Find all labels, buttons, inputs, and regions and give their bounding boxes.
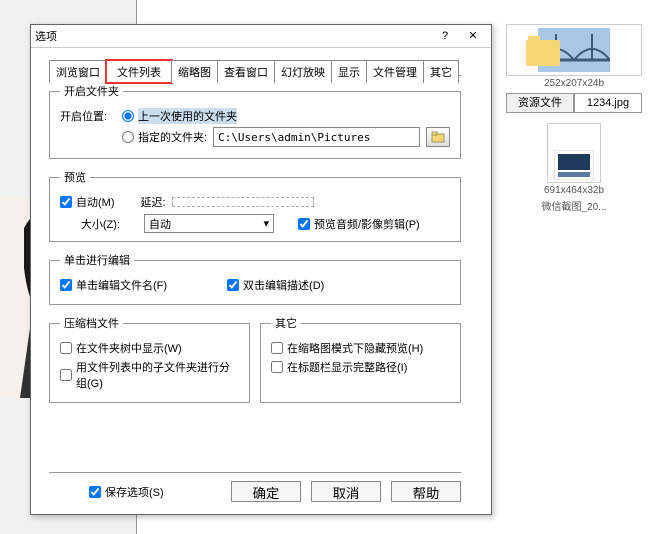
legend-other: 其它: [271, 315, 301, 331]
side-tab-file[interactable]: 1234.jpg: [574, 93, 642, 113]
folder-icon: [526, 40, 560, 66]
chk-hidethumb[interactable]: 在缩略图模式下隐藏预览(H): [271, 340, 423, 356]
tab-filelist[interactable]: 文件列表: [106, 60, 172, 83]
side-tab-resources[interactable]: 资源文件: [506, 93, 574, 113]
ok-button[interactable]: 确定: [231, 481, 301, 502]
group-start: 开启文件夹 开启位置: 上一次使用的文件夹 指定的文件夹: C:\Users\a…: [49, 83, 461, 159]
dialog-title: 选项: [35, 28, 431, 44]
size-select[interactable]: 自动▾: [144, 214, 274, 233]
thumb-name-2: 微信截图_20...: [506, 198, 642, 213]
thumbnail-wechat[interactable]: [547, 123, 601, 183]
chevron-down-icon: ▾: [263, 217, 269, 230]
tab-browse[interactable]: 浏览窗口: [49, 60, 107, 83]
tab-thumb[interactable]: 缩略图: [171, 60, 218, 83]
radio-lastfolder[interactable]: 上一次使用的文件夹: [122, 108, 237, 124]
chk-fullpath[interactable]: 在标题栏显示完整路径(I): [271, 359, 407, 375]
path-input[interactable]: C:\Users\admin\Pictures: [213, 127, 420, 147]
group-archive: 压缩档文件 在文件夹树中显示(W) 用文件列表中的子文件夹进行分组(G): [49, 315, 250, 403]
browse-button[interactable]: [426, 127, 450, 147]
tab-bar: 浏览窗口 文件列表 缩略图 查看窗口 幻灯放映 显示 文件管理 其它: [49, 60, 491, 83]
cancel-button[interactable]: 取消: [311, 481, 381, 502]
thumb-dim-1: 252x207x24b: [506, 78, 642, 89]
close-icon[interactable]: ✕: [459, 25, 487, 47]
help-icon[interactable]: ?: [431, 25, 459, 47]
chk-editdesc[interactable]: 双击编辑描述(D): [227, 277, 324, 293]
group-preview: 预览 自动(M) 延迟: 大小(Z): 自动▾ 预览音频/影像剪辑(P): [49, 169, 461, 242]
tab-display[interactable]: 显示: [331, 60, 367, 83]
tab-slideshow[interactable]: 幻灯放映: [274, 60, 332, 83]
tab-view[interactable]: 查看窗口: [217, 60, 275, 83]
legend-archive: 压缩档文件: [60, 315, 123, 331]
thumb-dim-2: 691x464x32b: [506, 185, 642, 196]
legend-click: 单击进行编辑: [60, 252, 134, 268]
label-size: 大小(Z):: [60, 216, 120, 232]
radio-specific[interactable]: 指定的文件夹:: [122, 129, 207, 145]
legend-start: 开启文件夹: [60, 83, 123, 99]
chk-avclip[interactable]: 预览音频/影像剪辑(P): [298, 216, 420, 232]
delay-slider[interactable]: [172, 197, 314, 207]
legend-preview: 预览: [60, 169, 90, 185]
tab-filemgmt[interactable]: 文件管理: [366, 60, 424, 83]
options-dialog: 选项 ? ✕ 浏览窗口 文件列表 缩略图 查看窗口 幻灯放映 显示 文件管理 其…: [30, 24, 492, 515]
tab-other[interactable]: 其它: [423, 60, 459, 83]
chk-save-options[interactable]: 保存选项(S): [89, 484, 164, 500]
chk-showtree[interactable]: 在文件夹树中显示(W): [60, 340, 182, 356]
chk-auto[interactable]: 自动(M): [60, 194, 115, 210]
chk-groupsub[interactable]: 用文件列表中的子文件夹进行分组(G): [60, 359, 239, 391]
help-button[interactable]: 帮助: [391, 481, 461, 502]
chk-editname[interactable]: 单击编辑文件名(F): [60, 277, 167, 293]
group-other: 其它 在缩略图模式下隐藏预览(H) 在标题栏显示完整路径(I): [260, 315, 461, 403]
label-start: 开启位置:: [60, 108, 116, 124]
label-delay: 延迟:: [141, 194, 166, 210]
group-clickedit: 单击进行编辑 单击编辑文件名(F) 双击编辑描述(D): [49, 252, 461, 305]
